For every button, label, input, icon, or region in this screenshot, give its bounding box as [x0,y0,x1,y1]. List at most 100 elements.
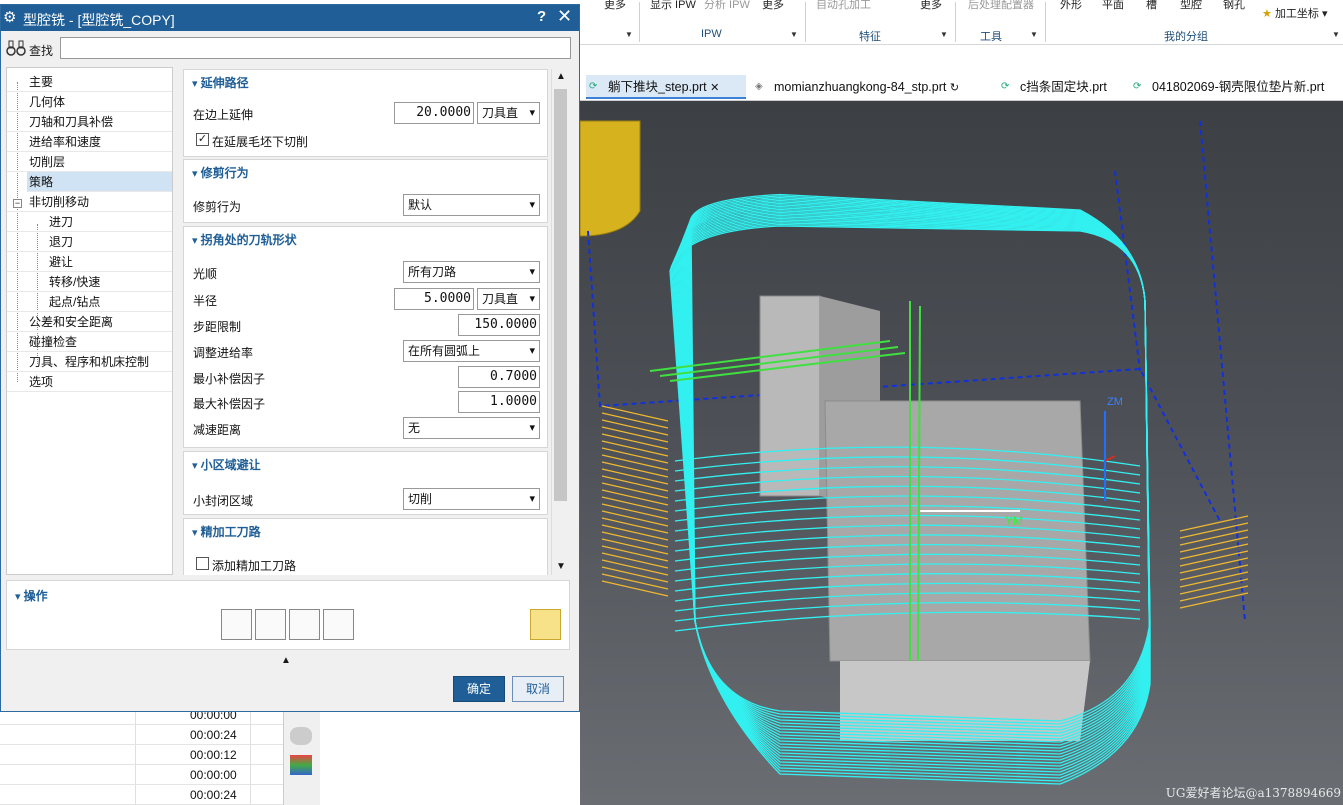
group-title[interactable]: 修剪行为 [192,164,249,181]
search-label: 查找 [29,44,54,58]
stock-pad-line [601,412,669,429]
group-title[interactable]: 拐角处的刀轨形状 [192,231,297,248]
ribbon-slot[interactable]: 槽 [1146,0,1157,12]
slowdown-select[interactable]: 无 [403,417,540,439]
cancel-button[interactable]: 取消 [512,676,564,702]
group-title[interactable]: 精加工刀路 [192,523,261,540]
ribbon-cavity[interactable]: 型腔 [1180,0,1202,12]
stock-pad-line [1179,515,1249,532]
tab-file-2[interactable]: ◈ momianzhuangkong-84_stp.prt ↻ [752,75,959,99]
tab-file-3[interactable]: ⟳ c挡条固定块.prt [998,75,1107,99]
ribbon-more-1[interactable]: 更多 [604,0,626,12]
ribbon-analyze-ipw[interactable]: 分析 IPW [704,0,750,12]
radius-unit-select[interactable]: 刀具直 [477,288,540,310]
adjust-feed-select[interactable]: 在所有圆弧上 [403,340,540,362]
tree-item-geometry[interactable]: 几何体 [29,92,65,112]
chevron-up-icon[interactable]: ▲ [556,71,566,82]
tree-item-transfer[interactable]: 转移/快速 [49,272,100,292]
small-closed-select[interactable]: 切削 [403,488,540,510]
tree-item-options[interactable]: 选项 [29,372,53,392]
scrollbar-thumb[interactable] [554,89,567,501]
tree-item-tool-axis[interactable]: 刀轴和刀具补偿 [29,112,113,132]
tree-item-tool-program[interactable]: 刀具、程序和机床控制 [29,352,149,372]
gear-icon[interactable]: ⚙ [3,8,16,26]
tree-item-strategy[interactable]: 策略 [29,172,53,192]
tree-item-main[interactable]: 主要 [29,72,53,92]
panel-scrollbar[interactable]: ▲ ▼ [551,69,569,575]
max-factor-input[interactable]: 1.0000 [458,391,540,413]
tree-item-retract[interactable]: 退刀 [49,232,73,252]
tree-item-tolerances[interactable]: 公差和安全距离 [29,312,113,332]
chevron-down-icon[interactable]: ▼ [625,30,633,39]
tree-item-feeds[interactable]: 进给率和速度 [29,132,101,152]
tree-item-collision[interactable]: 碰撞检查 [29,332,77,352]
radius-input[interactable]: 5.0000 [394,288,474,310]
step-limit-input[interactable]: 150.0000 [458,314,540,336]
min-factor-input[interactable]: 0.7000 [458,366,540,388]
ribbon-profile[interactable]: 外形 [1060,0,1082,12]
machine-icon[interactable] [290,727,312,745]
extend-unit-select[interactable]: 刀具直 [477,102,540,124]
chevron-down-icon[interactable]: ▼ [790,30,798,39]
tree-item-cut-levels[interactable]: 切削层 [29,152,65,172]
trim-select[interactable]: 默认 [403,194,540,216]
ribbon-post-config[interactable]: 后处理配置器 [968,0,1034,12]
collapse-up-icon[interactable]: ▲ [281,655,291,666]
verify-icon[interactable] [289,609,320,640]
chevron-down-icon[interactable]: ▼ [556,561,566,572]
tab-file-1[interactable]: ⟳ 躺下推块_step.prt ✕ [586,75,746,99]
operations-title[interactable]: 操作 [15,587,48,604]
smooth-select[interactable]: 所有刀路 [403,261,540,283]
ribbon-drill[interactable]: 钢孔 [1223,0,1245,12]
tree-item-engage[interactable]: 进刀 [49,212,73,232]
chevron-down-icon[interactable]: ▼ [1332,30,1340,39]
stock-pad-right [1179,515,1249,609]
table-row[interactable]: 00:00:24 [0,785,283,805]
tab-file-4[interactable]: ⟳ 041802069-钢壳限位垫片新.prt [1130,75,1324,99]
part-file-icon: ⟳ [1001,81,1010,92]
stock-pad-line [601,440,669,457]
graphics-viewport[interactable]: ZM YM UG爱好者论坛@a1378894669 [580,101,1343,805]
search-input[interactable] [60,37,571,59]
close-icon[interactable]: ✕ [557,6,572,27]
replay-icon[interactable] [255,609,286,640]
tree-item-avoidance[interactable]: 避让 [49,252,73,272]
close-icon[interactable]: ✕ [710,82,719,94]
part-file-icon: ⟳ [589,81,598,92]
help-icon[interactable]: ? [537,8,546,25]
stock-pad-line [601,510,669,527]
add-finish-checkbox[interactable] [196,557,209,570]
ribbon-separator [955,2,956,42]
ok-button[interactable]: 确定 [453,676,505,702]
dialog-titlebar[interactable]: ⚙ 型腔铣 - [型腔铣_COPY] ? ✕ [1,5,579,31]
ribbon-planar[interactable]: 平面 [1102,0,1124,12]
ribbon-more-3[interactable]: 更多 [920,0,942,12]
ribbon-auto-hole[interactable]: 自动孔加工 [816,0,871,12]
ribbon-separator [805,2,806,42]
table-row[interactable]: 00:00:24 [0,725,283,745]
chevron-down-icon[interactable]: ▼ [1030,30,1038,39]
ribbon-mcs[interactable]: ★ 加工坐标 ▾ [1262,5,1328,21]
trim-label: 修剪行为 [193,200,242,214]
stock-pad-line [601,482,669,499]
generate-icon[interactable] [221,609,252,640]
chevron-down-icon[interactable]: ▼ [940,30,948,39]
ribbon-show-ipw[interactable]: 显示 IPW [650,0,696,12]
group-title[interactable]: 小区域避让 [192,456,261,473]
stock-pad-line [1179,592,1249,609]
cut-under-blank-checkbox[interactable]: ✓ [196,133,209,146]
layers-icon[interactable] [290,755,312,775]
table-row[interactable]: 00:00:12 [0,745,283,765]
stock-pad-line [601,475,669,492]
generate-all-icon[interactable] [530,609,561,640]
group-title[interactable]: 延伸路径 [192,74,249,91]
stock-pad-line [601,468,669,485]
ribbon-more-2[interactable]: 更多 [762,0,784,12]
tree-item-start-points[interactable]: 起点/钻点 [49,292,100,312]
list-icon[interactable] [323,609,354,640]
table-row[interactable]: 00:00:00 [0,765,283,785]
watermark: UG爱好者论坛@a1378894669 [1165,786,1341,800]
extend-on-edges-input[interactable]: 20.0000 [394,102,474,124]
operations-section: 操作 [6,580,570,650]
tree-item-non-cutting[interactable]: 非切削移动 [29,192,89,212]
